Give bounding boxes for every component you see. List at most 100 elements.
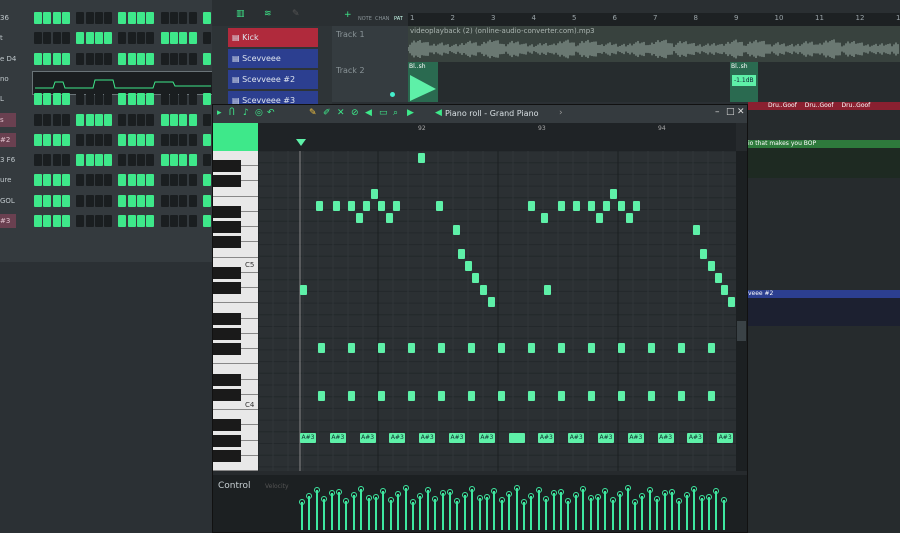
note[interactable]	[393, 201, 400, 211]
velocity-bar[interactable]	[397, 494, 400, 530]
note[interactable]	[708, 391, 715, 401]
speaker-icon[interactable]: ◀	[435, 108, 442, 118]
step-button[interactable]	[160, 215, 169, 227]
step-button[interactable]	[85, 133, 94, 146]
channel-label[interactable]: s	[0, 112, 16, 127]
step-button[interactable]	[85, 12, 94, 24]
step-button[interactable]	[202, 32, 211, 45]
step-button[interactable]	[52, 32, 61, 45]
playlist-ruler[interactable]: 12345678910111213	[408, 13, 900, 26]
select-icon[interactable]: ▭	[379, 108, 388, 118]
step-button[interactable]	[104, 32, 113, 45]
velocity-handle[interactable]	[624, 485, 631, 491]
velocity-handle[interactable]	[358, 486, 365, 492]
velocity-handle[interactable]	[365, 495, 372, 501]
step-button[interactable]	[160, 194, 169, 207]
velocity-handle[interactable]	[417, 493, 424, 499]
step-button[interactable]	[137, 32, 145, 45]
step-button[interactable]	[118, 52, 127, 65]
step-button[interactable]	[34, 12, 42, 24]
magnet-icon[interactable]: Ⴖ	[229, 108, 235, 118]
note[interactable]	[356, 213, 363, 223]
step-button[interactable]	[169, 215, 178, 227]
step-button[interactable]	[52, 133, 61, 146]
delete-icon[interactable]: ✕	[337, 108, 345, 118]
velocity-handle[interactable]	[706, 494, 712, 500]
pat-label[interactable]: PAT	[394, 16, 403, 22]
step-button[interactable]	[104, 93, 113, 106]
tool-corner[interactable]	[213, 123, 258, 151]
step-button[interactable]	[202, 52, 211, 65]
step-button[interactable]	[43, 12, 52, 24]
velocity-handle[interactable]	[321, 496, 328, 502]
step-button[interactable]	[188, 52, 197, 65]
step-button[interactable]	[127, 194, 136, 207]
step-button[interactable]	[127, 52, 136, 65]
note[interactable]	[371, 189, 378, 199]
step-button[interactable]	[179, 174, 188, 187]
note[interactable]: A#3	[598, 433, 614, 443]
step-button[interactable]	[137, 52, 145, 65]
velocity-handle[interactable]	[698, 495, 705, 501]
step-button[interactable]	[104, 174, 113, 187]
velocity-bar[interactable]	[515, 488, 518, 530]
step-button[interactable]	[160, 52, 169, 65]
velocity-handle[interactable]	[299, 499, 305, 505]
step-button[interactable]	[127, 174, 136, 187]
step-button[interactable]	[169, 194, 178, 207]
note[interactable]	[453, 225, 460, 235]
step-button[interactable]	[76, 12, 85, 24]
velocity-bar[interactable]	[500, 500, 503, 530]
velocity-bar[interactable]	[708, 497, 710, 530]
velocity-bar[interactable]	[441, 493, 444, 530]
close-icon[interactable]: ✕	[737, 107, 745, 117]
step-button[interactable]	[43, 93, 52, 106]
step-button[interactable]	[43, 133, 52, 146]
velocity-handle[interactable]	[387, 497, 394, 503]
step-button[interactable]	[43, 215, 52, 227]
note[interactable]	[528, 201, 535, 211]
channel-label[interactable]: 3 F6	[0, 153, 16, 167]
velocity-bar[interactable]	[604, 491, 607, 530]
step-button[interactable]	[43, 32, 52, 45]
step-button[interactable]	[127, 154, 136, 167]
chan-label[interactable]: CHAN	[375, 16, 389, 22]
velocity-bar[interactable]	[671, 492, 673, 530]
velocity-bar[interactable]	[315, 490, 318, 530]
channel-label[interactable]: #3	[0, 214, 16, 228]
velocity-bar[interactable]	[693, 489, 696, 530]
note[interactable]: A#3	[359, 433, 376, 443]
clip-bl1[interactable]: Bl..sh	[408, 62, 438, 102]
velocity-handle[interactable]	[550, 490, 557, 496]
clip-bl2[interactable]: Bl..sh -1.1dB	[730, 62, 758, 102]
step-button[interactable]	[137, 194, 145, 207]
pattern-item[interactable]: ▤ Kick	[228, 28, 318, 47]
step-button[interactable]	[85, 93, 94, 106]
note[interactable]	[544, 285, 551, 295]
record-icon[interactable]	[390, 92, 395, 97]
velocity-bar[interactable]	[648, 490, 651, 530]
velocity-bar[interactable]	[582, 489, 585, 530]
step-button[interactable]	[94, 154, 103, 167]
velocity-bar[interactable]	[678, 501, 681, 530]
note[interactable]	[333, 201, 340, 211]
note[interactable]	[596, 213, 603, 223]
note[interactable]	[498, 391, 505, 401]
velocity-bar[interactable]	[537, 490, 540, 530]
step-button[interactable]	[169, 174, 178, 187]
step-button[interactable]	[43, 154, 52, 167]
note[interactable]: A#3	[687, 433, 704, 443]
step-button[interactable]	[52, 93, 61, 106]
step-button[interactable]	[61, 215, 70, 227]
black-key[interactable]	[213, 221, 241, 234]
note[interactable]	[610, 189, 617, 199]
velocity-handle[interactable]	[661, 490, 668, 496]
note[interactable]	[678, 343, 685, 353]
note[interactable]: A#3	[389, 433, 406, 443]
note[interactable]	[488, 297, 495, 307]
velocity-handle[interactable]	[469, 486, 476, 492]
step-button[interactable]	[94, 113, 103, 126]
note[interactable]	[700, 249, 707, 259]
step-button[interactable]	[188, 93, 197, 106]
plus-icon[interactable]: +	[344, 10, 352, 20]
